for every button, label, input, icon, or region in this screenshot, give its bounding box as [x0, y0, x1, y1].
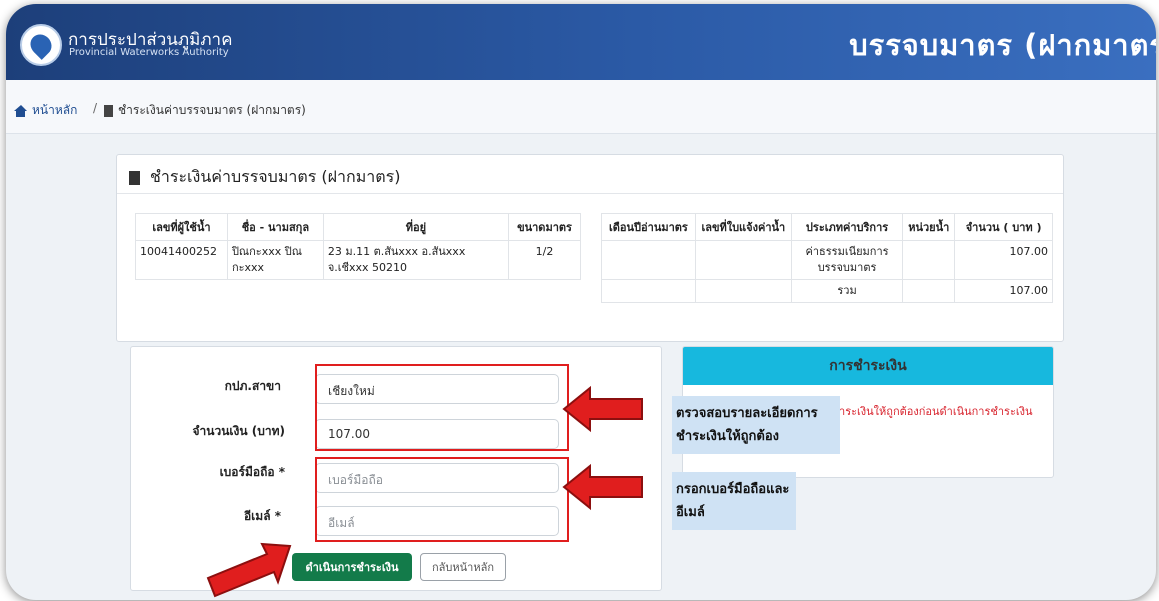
app-window: การประปาส่วนภูมิภาค Provincial Waterwork…: [6, 4, 1156, 600]
breadcrumb-home-link[interactable]: หน้าหลัก: [14, 101, 77, 120]
col-amount: จำนวน ( บาท ): [954, 213, 1053, 241]
cell-units: [902, 240, 956, 280]
file-icon: [104, 104, 113, 117]
cell-name: ปิณกะxxx ปิณกะxxx: [226, 240, 324, 280]
cell-meter-size: 1/2: [508, 240, 581, 280]
phone-label: เบอร์มือถือ *: [219, 465, 285, 479]
breadcrumb-current: ชำระเงินค่าบรรจบมาตร (ฝากมาตร): [104, 101, 306, 120]
arrow-left-icon: [562, 385, 643, 433]
amount-label: จำนวนเงิน (บาท): [192, 424, 286, 438]
cell-read-month: [601, 240, 696, 280]
cell-address: 23 ม.11 ต.สันxxx อ.สันxxx จ.เชีxxx 50210: [322, 240, 510, 280]
breadcrumb-home-label: หน้าหลัก: [32, 103, 78, 117]
breadcrumb-current-label: ชำระเงินค่าบรรจบมาตร (ฝากมาตร): [118, 103, 306, 117]
cell-invoice-no: [694, 240, 792, 280]
payment-card-title: การชำระเงิน: [683, 347, 1053, 385]
col-read-month: เดือนปีอ่านมาตร: [601, 213, 696, 241]
col-units: หน่วยน้ำ: [902, 213, 956, 241]
cell-service-type: ค่าธรรมเนียมการบรรจบมาตร: [790, 240, 904, 280]
highlight-box-contact: [315, 457, 569, 542]
document-icon: [129, 170, 140, 185]
total-amount: 107.00: [954, 279, 1053, 303]
org-name-english: Provincial Waterworks Authority: [69, 47, 229, 58]
table-row: ค่าธรรมเนียมการบรรจบมาตร 107.00: [601, 240, 1053, 280]
back-home-button[interactable]: กลับหน้าหลัก: [420, 553, 506, 581]
customer-table: เลขที่ผู้ใช้น้ำ ชื่อ - นามสกุล ที่อยู่ ข…: [135, 213, 581, 280]
divider: [117, 193, 1063, 194]
highlight-box-verify: [315, 364, 569, 451]
col-account: เลขที่ผู้ใช้น้ำ: [135, 213, 228, 241]
arrow-diagonal-icon: [206, 542, 292, 598]
col-invoice-no: เลขที่ใบแจ้งค่าน้ำ: [694, 213, 792, 241]
bill-card-title: ชำระเงินค่าบรรจบมาตร (ฝากมาตร): [129, 165, 400, 190]
callout-verify: ตรวจสอบรายละเอียดการชำระเงินให้ถูกต้อง: [672, 396, 840, 454]
table-header-row: เลขที่ผู้ใช้น้ำ ชื่อ - นามสกุล ที่อยู่ ข…: [135, 213, 581, 241]
col-service-type: ประเภทค่าบริการ: [790, 213, 904, 241]
email-label: อีเมล์ *: [243, 509, 281, 523]
breadcrumb: หน้าหลัก / ชำระเงินค่าบรรจบมาตร (ฝากมาตร…: [6, 80, 1156, 134]
branch-label: กปภ.สาขา: [224, 379, 281, 393]
charges-table: เดือนปีอ่านมาตร เลขที่ใบแจ้งค่าน้ำ ประเภ…: [601, 213, 1053, 303]
col-meter-size: ขนาดมาตร: [508, 213, 581, 241]
pwa-logo-icon[interactable]: [20, 24, 62, 66]
table-total-row: รวม 107.00: [601, 279, 1053, 303]
bill-card-title-text: ชำระเงินค่าบรรจบมาตร (ฝากมาตร): [150, 167, 401, 186]
col-name: ชื่อ - นามสกุล: [226, 213, 324, 241]
total-label: รวม: [790, 279, 904, 303]
pay-button[interactable]: ดำเนินการชำระเงิน: [292, 553, 412, 581]
arrow-left-icon: [562, 463, 643, 511]
table-row: 10041400252 ปิณกะxxx ปิณกะxxx 23 ม.11 ต.…: [135, 240, 581, 280]
header-bar: การประปาส่วนภูมิภาค Provincial Waterwork…: [6, 4, 1156, 80]
breadcrumb-separator: /: [93, 101, 98, 115]
bill-details-card: ชำระเงินค่าบรรจบมาตร (ฝากมาตร) เลขที่ผู้…: [116, 154, 1064, 342]
page-heading: บรรจบมาตร (ฝากมาตร: [849, 28, 1156, 62]
table-header-row: เดือนปีอ่านมาตร เลขที่ใบแจ้งค่าน้ำ ประเภ…: [601, 213, 1053, 241]
cell-amount: 107.00: [954, 240, 1053, 280]
home-icon: [14, 104, 27, 117]
cell-account: 10041400252: [135, 240, 228, 280]
col-address: ที่อยู่: [322, 213, 510, 241]
callout-fill: กรอกเบอร์มือถือและอีเมล์: [672, 472, 796, 530]
